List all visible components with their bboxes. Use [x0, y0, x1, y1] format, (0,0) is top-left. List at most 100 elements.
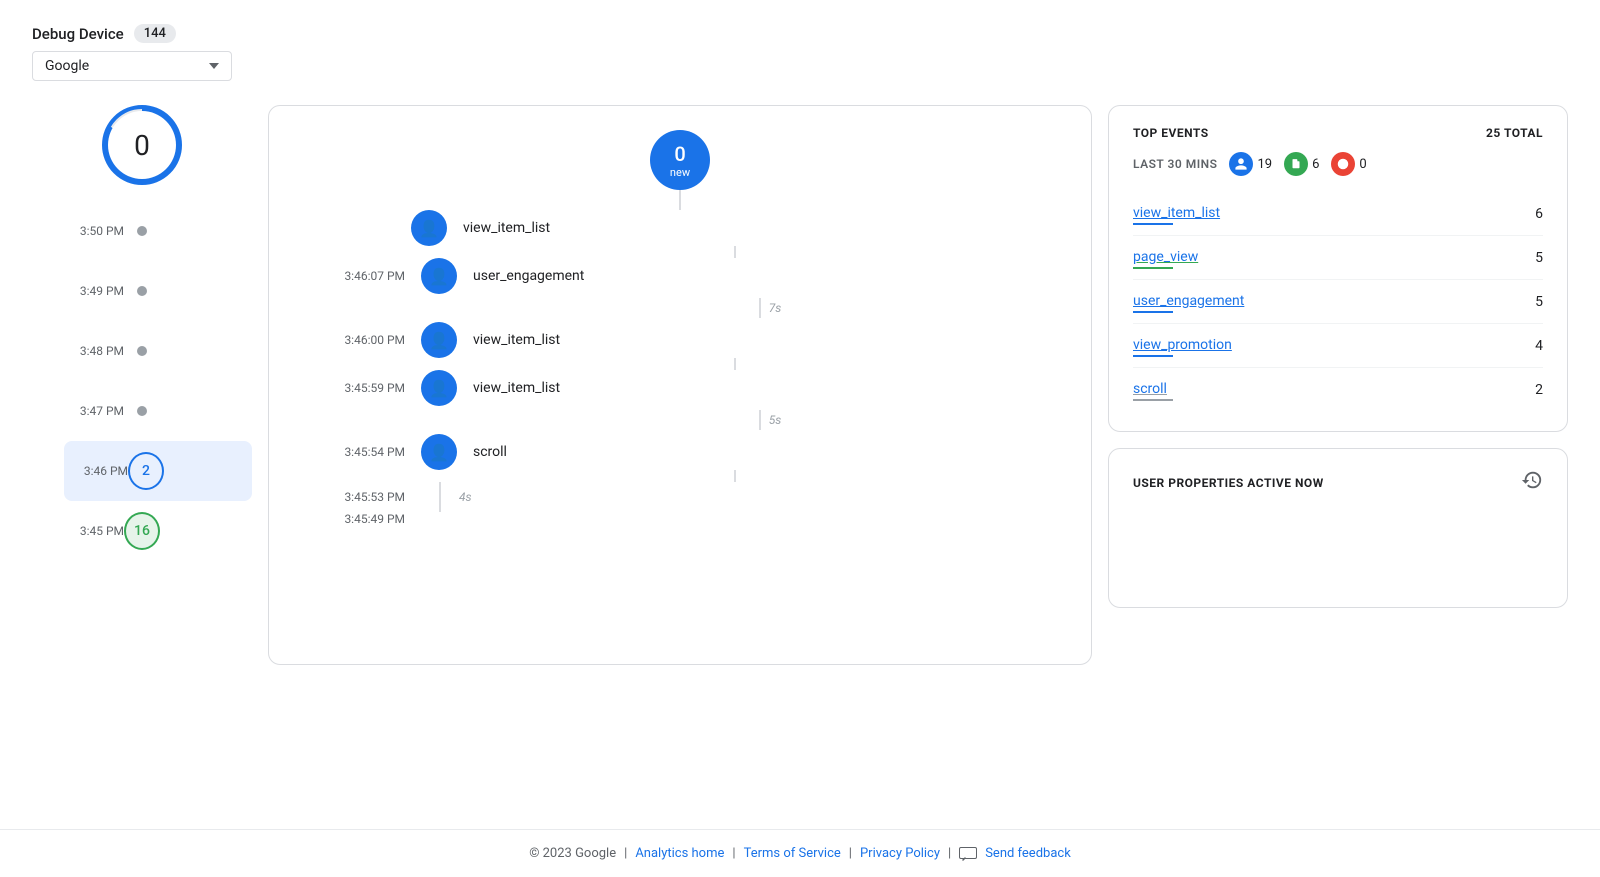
debug-row: Debug Device 144 — [32, 24, 1568, 43]
event-name-wrap: view_promotion — [1133, 334, 1232, 357]
event-list-name[interactable]: user_engagement — [1133, 293, 1244, 309]
vertical-line — [734, 358, 736, 370]
device-name-label: Google — [45, 58, 89, 74]
event-name[interactable]: scroll — [457, 444, 507, 460]
timeline-dot-area — [124, 226, 160, 236]
timeline-row: 3:49 PM — [64, 261, 252, 321]
left-timeline: 0 3:50 PM 3:49 PM — [32, 105, 252, 561]
privacy-link[interactable]: Privacy Policy — [860, 846, 940, 861]
header: Debug Device 144 Google — [32, 24, 1568, 81]
event-icon: 👤 — [411, 210, 447, 246]
event-row: 3:46:07 PM 👤 user_engagement — [301, 258, 1059, 294]
event-list-item: page_view 5 — [1133, 236, 1543, 280]
green-badge-icon — [1284, 152, 1308, 176]
footer: © 2023 Google | Analytics home | Terms o… — [0, 829, 1600, 877]
event-list-item: view_promotion 4 — [1133, 324, 1543, 368]
top-events-card: TOP EVENTS 25 TOTAL LAST 30 MINS 19 — [1108, 105, 1568, 432]
timeline-row: 3:48 PM — [64, 321, 252, 381]
event-new-label: new — [670, 166, 690, 179]
blue-count-badge: 19 — [1229, 152, 1272, 176]
top-events-title: TOP EVENTS — [1133, 126, 1209, 140]
timeline-time: 3:47 PM — [64, 404, 124, 418]
timeline-row-active[interactable]: 3:46 PM 2 — [64, 441, 252, 501]
timeline-time: 3:50 PM — [64, 224, 124, 238]
event-icon-wrap: 👤 — [421, 258, 457, 294]
event-row: 3:45:54 PM 👤 scroll — [301, 434, 1059, 470]
blue-count-value: 19 — [1257, 157, 1272, 172]
event-timeline: 0 new 👤 view_item_list — [301, 130, 1059, 526]
event-new-circle: 0 new — [650, 130, 710, 190]
debug-count-badge: 144 — [134, 24, 176, 43]
event-icon-wrap: 👤 — [421, 434, 457, 470]
vertical-line — [679, 190, 681, 210]
gap-label: 4s — [459, 490, 472, 504]
footer-divider: | — [849, 846, 852, 861]
underline — [1133, 267, 1173, 269]
event-block: 3:45:49 PM — [301, 512, 1059, 526]
right-column: TOP EVENTS 25 TOTAL LAST 30 MINS 19 — [1108, 105, 1568, 608]
timeline-dot — [137, 286, 147, 296]
event-icon-wrap: 👤 — [411, 210, 447, 246]
person-icon: 👤 — [429, 331, 449, 350]
timeline-dot-area: 16 — [124, 512, 160, 550]
event-new-count: 0 — [674, 142, 685, 166]
green-count-badge: 6 — [1284, 152, 1319, 176]
gap-label: 5s — [769, 413, 782, 427]
analytics-home-link[interactable]: Analytics home — [635, 846, 724, 861]
underline — [1133, 355, 1173, 357]
vertical-line — [439, 482, 441, 512]
event-list-count: 5 — [1535, 294, 1543, 310]
event-list-count: 4 — [1535, 338, 1543, 354]
event-name[interactable]: user_engagement — [457, 268, 584, 284]
copyright: © 2023 Google — [529, 846, 616, 861]
event-time: 3:46:07 PM — [301, 269, 421, 283]
event-list-count: 5 — [1535, 250, 1543, 266]
event-list-name[interactable]: view_promotion — [1133, 337, 1232, 353]
vertical-line — [734, 246, 736, 258]
timeline-dot-area — [124, 346, 160, 356]
badge-value: 2 — [142, 463, 150, 479]
timeline-time: 3:45 PM — [64, 524, 124, 538]
blue-badge-icon — [1229, 152, 1253, 176]
event-list-count: 2 — [1535, 382, 1543, 398]
gap-label: 7s — [769, 301, 782, 315]
top-events-header: TOP EVENTS 25 TOTAL — [1133, 126, 1543, 140]
event-list-name[interactable]: scroll — [1133, 381, 1167, 397]
chevron-down-icon — [209, 63, 219, 69]
event-block: 3:45:54 PM 👤 scroll — [301, 434, 1059, 470]
history-icon[interactable] — [1521, 469, 1543, 496]
event-block: 3:45:59 PM 👤 view_item_list 5s — [301, 370, 1059, 434]
event-name[interactable]: view_item_list — [447, 220, 550, 236]
feedback-link[interactable]: Send feedback — [985, 846, 1071, 861]
event-icon-wrap: 👤 — [421, 370, 457, 406]
vertical-line — [759, 298, 761, 318]
top-events-total: 25 TOTAL — [1486, 126, 1543, 140]
user-props-title: USER PROPERTIES ACTIVE NOW — [1133, 476, 1324, 490]
main-count-circle: 0 — [102, 105, 182, 185]
event-time: 3:45:54 PM — [301, 445, 421, 459]
event-icon: 👤 — [421, 434, 457, 470]
green-count-value: 6 — [1312, 157, 1319, 172]
event-name[interactable]: view_item_list — [457, 380, 560, 396]
vertical-line — [759, 410, 761, 430]
columns-layout: 0 3:50 PM 3:49 PM — [32, 105, 1568, 665]
timeline-dot-area: 2 — [128, 452, 164, 490]
event-list-name[interactable]: page_view — [1133, 249, 1198, 265]
last-30-label: LAST 30 MINS — [1133, 157, 1217, 171]
event-row: 3:45:59 PM 👤 view_item_list — [301, 370, 1059, 406]
event-list-name[interactable]: view_item_list — [1133, 205, 1220, 221]
main-count-value: 0 — [134, 129, 150, 162]
event-row: 👤 view_item_list — [301, 210, 1059, 246]
event-block: 3:45:53 PM 4s — [301, 482, 1059, 512]
event-row: 3:46:00 PM 👤 view_item_list — [301, 322, 1059, 358]
terms-link[interactable]: Terms of Service — [744, 846, 841, 861]
main-circle-inner: 0 — [108, 111, 176, 179]
event-list: view_item_list 6 page_view 5 — [1133, 192, 1543, 411]
timeline-dot-area — [124, 286, 160, 296]
footer-divider: | — [624, 846, 627, 861]
timeline-row[interactable]: 3:45 PM 16 — [64, 501, 252, 561]
event-list-count: 6 — [1535, 206, 1543, 222]
event-name[interactable]: view_item_list — [457, 332, 560, 348]
orange-count-badge: 0 — [1331, 152, 1366, 176]
device-select[interactable]: Google — [32, 51, 232, 81]
